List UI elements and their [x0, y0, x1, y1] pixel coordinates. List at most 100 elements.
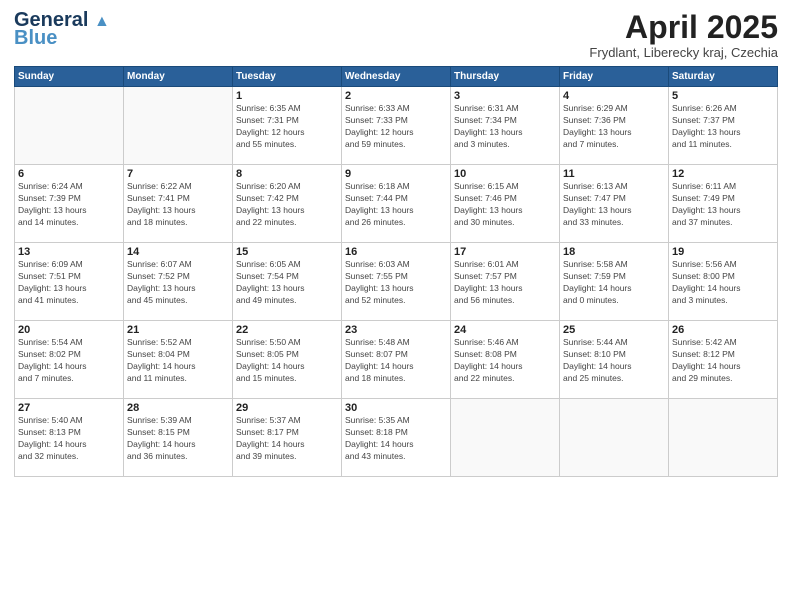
calendar-day-cell: 1Sunrise: 6:35 AM Sunset: 7:31 PM Daylig…	[233, 87, 342, 165]
calendar-day-cell: 13Sunrise: 6:09 AM Sunset: 7:51 PM Dayli…	[15, 243, 124, 321]
day-detail: Sunrise: 5:46 AM Sunset: 8:08 PM Dayligh…	[454, 337, 556, 385]
day-detail: Sunrise: 6:03 AM Sunset: 7:55 PM Dayligh…	[345, 259, 447, 307]
day-number: 10	[454, 168, 556, 180]
day-detail: Sunrise: 5:48 AM Sunset: 8:07 PM Dayligh…	[345, 337, 447, 385]
day-number: 1	[236, 90, 338, 102]
day-detail: Sunrise: 6:22 AM Sunset: 7:41 PM Dayligh…	[127, 181, 229, 229]
day-number: 27	[18, 402, 120, 414]
weekday-header: Tuesday	[233, 67, 342, 87]
location: Frydlant, Liberecky kraj, Czechia	[589, 45, 778, 60]
day-number: 21	[127, 324, 229, 336]
day-detail: Sunrise: 5:39 AM Sunset: 8:15 PM Dayligh…	[127, 415, 229, 463]
day-number: 26	[672, 324, 774, 336]
day-number: 17	[454, 246, 556, 258]
weekday-header: Saturday	[669, 67, 778, 87]
day-number: 5	[672, 90, 774, 102]
calendar-day-cell: 10Sunrise: 6:15 AM Sunset: 7:46 PM Dayli…	[451, 165, 560, 243]
day-detail: Sunrise: 6:01 AM Sunset: 7:57 PM Dayligh…	[454, 259, 556, 307]
day-number: 7	[127, 168, 229, 180]
calendar-day-cell: 5Sunrise: 6:26 AM Sunset: 7:37 PM Daylig…	[669, 87, 778, 165]
calendar-day-cell: 2Sunrise: 6:33 AM Sunset: 7:33 PM Daylig…	[342, 87, 451, 165]
calendar-day-cell: 11Sunrise: 6:13 AM Sunset: 7:47 PM Dayli…	[560, 165, 669, 243]
day-detail: Sunrise: 5:58 AM Sunset: 7:59 PM Dayligh…	[563, 259, 665, 307]
calendar-day-cell: 20Sunrise: 5:54 AM Sunset: 8:02 PM Dayli…	[15, 321, 124, 399]
day-detail: Sunrise: 5:54 AM Sunset: 8:02 PM Dayligh…	[18, 337, 120, 385]
day-number: 4	[563, 90, 665, 102]
day-number: 23	[345, 324, 447, 336]
day-detail: Sunrise: 6:11 AM Sunset: 7:49 PM Dayligh…	[672, 181, 774, 229]
calendar-day-cell: 30Sunrise: 5:35 AM Sunset: 8:18 PM Dayli…	[342, 399, 451, 477]
day-detail: Sunrise: 6:07 AM Sunset: 7:52 PM Dayligh…	[127, 259, 229, 307]
calendar-day-cell: 14Sunrise: 6:07 AM Sunset: 7:52 PM Dayli…	[124, 243, 233, 321]
day-number: 24	[454, 324, 556, 336]
calendar-day-cell: 23Sunrise: 5:48 AM Sunset: 8:07 PM Dayli…	[342, 321, 451, 399]
day-detail: Sunrise: 6:05 AM Sunset: 7:54 PM Dayligh…	[236, 259, 338, 307]
day-detail: Sunrise: 6:24 AM Sunset: 7:39 PM Dayligh…	[18, 181, 120, 229]
day-detail: Sunrise: 5:44 AM Sunset: 8:10 PM Dayligh…	[563, 337, 665, 385]
day-number: 14	[127, 246, 229, 258]
calendar-week-row: 1Sunrise: 6:35 AM Sunset: 7:31 PM Daylig…	[15, 87, 778, 165]
calendar-table: SundayMondayTuesdayWednesdayThursdayFrid…	[14, 66, 778, 477]
day-number: 15	[236, 246, 338, 258]
title-block: April 2025 Frydlant, Liberecky kraj, Cze…	[589, 10, 778, 60]
weekday-header: Thursday	[451, 67, 560, 87]
calendar-day-cell	[124, 87, 233, 165]
calendar-header-row: SundayMondayTuesdayWednesdayThursdayFrid…	[15, 67, 778, 87]
day-detail: Sunrise: 6:29 AM Sunset: 7:36 PM Dayligh…	[563, 103, 665, 151]
day-number: 3	[454, 90, 556, 102]
month-title: April 2025	[589, 10, 778, 45]
calendar-day-cell: 9Sunrise: 6:18 AM Sunset: 7:44 PM Daylig…	[342, 165, 451, 243]
day-number: 6	[18, 168, 120, 180]
calendar-day-cell: 12Sunrise: 6:11 AM Sunset: 7:49 PM Dayli…	[669, 165, 778, 243]
calendar-day-cell: 29Sunrise: 5:37 AM Sunset: 8:17 PM Dayli…	[233, 399, 342, 477]
day-number: 11	[563, 168, 665, 180]
day-number: 2	[345, 90, 447, 102]
calendar-week-row: 6Sunrise: 6:24 AM Sunset: 7:39 PM Daylig…	[15, 165, 778, 243]
logo-blue: Blue	[14, 28, 57, 48]
day-number: 19	[672, 246, 774, 258]
day-detail: Sunrise: 5:42 AM Sunset: 8:12 PM Dayligh…	[672, 337, 774, 385]
day-number: 18	[563, 246, 665, 258]
calendar-day-cell: 26Sunrise: 5:42 AM Sunset: 8:12 PM Dayli…	[669, 321, 778, 399]
calendar-day-cell: 28Sunrise: 5:39 AM Sunset: 8:15 PM Dayli…	[124, 399, 233, 477]
weekday-header: Wednesday	[342, 67, 451, 87]
calendar-day-cell: 27Sunrise: 5:40 AM Sunset: 8:13 PM Dayli…	[15, 399, 124, 477]
day-detail: Sunrise: 6:26 AM Sunset: 7:37 PM Dayligh…	[672, 103, 774, 151]
day-detail: Sunrise: 6:13 AM Sunset: 7:47 PM Dayligh…	[563, 181, 665, 229]
calendar-week-row: 20Sunrise: 5:54 AM Sunset: 8:02 PM Dayli…	[15, 321, 778, 399]
day-detail: Sunrise: 5:40 AM Sunset: 8:13 PM Dayligh…	[18, 415, 120, 463]
calendar-day-cell: 7Sunrise: 6:22 AM Sunset: 7:41 PM Daylig…	[124, 165, 233, 243]
day-number: 22	[236, 324, 338, 336]
weekday-header: Sunday	[15, 67, 124, 87]
weekday-header: Friday	[560, 67, 669, 87]
day-detail: Sunrise: 6:15 AM Sunset: 7:46 PM Dayligh…	[454, 181, 556, 229]
calendar-day-cell	[560, 399, 669, 477]
day-number: 20	[18, 324, 120, 336]
calendar-day-cell: 3Sunrise: 6:31 AM Sunset: 7:34 PM Daylig…	[451, 87, 560, 165]
day-number: 16	[345, 246, 447, 258]
day-detail: Sunrise: 5:37 AM Sunset: 8:17 PM Dayligh…	[236, 415, 338, 463]
day-detail: Sunrise: 6:33 AM Sunset: 7:33 PM Dayligh…	[345, 103, 447, 151]
logo-bird-icon: ▲	[94, 13, 110, 30]
day-number: 25	[563, 324, 665, 336]
calendar-day-cell: 4Sunrise: 6:29 AM Sunset: 7:36 PM Daylig…	[560, 87, 669, 165]
day-detail: Sunrise: 5:52 AM Sunset: 8:04 PM Dayligh…	[127, 337, 229, 385]
calendar-day-cell: 24Sunrise: 5:46 AM Sunset: 8:08 PM Dayli…	[451, 321, 560, 399]
day-number: 28	[127, 402, 229, 414]
weekday-header: Monday	[124, 67, 233, 87]
day-number: 9	[345, 168, 447, 180]
day-detail: Sunrise: 6:35 AM Sunset: 7:31 PM Dayligh…	[236, 103, 338, 151]
calendar-day-cell: 25Sunrise: 5:44 AM Sunset: 8:10 PM Dayli…	[560, 321, 669, 399]
day-detail: Sunrise: 5:56 AM Sunset: 8:00 PM Dayligh…	[672, 259, 774, 307]
day-detail: Sunrise: 6:09 AM Sunset: 7:51 PM Dayligh…	[18, 259, 120, 307]
day-detail: Sunrise: 5:35 AM Sunset: 8:18 PM Dayligh…	[345, 415, 447, 463]
page-header: General ▲ Blue April 2025 Frydlant, Libe…	[14, 10, 778, 60]
calendar-day-cell	[669, 399, 778, 477]
calendar-week-row: 27Sunrise: 5:40 AM Sunset: 8:13 PM Dayli…	[15, 399, 778, 477]
calendar-day-cell: 8Sunrise: 6:20 AM Sunset: 7:42 PM Daylig…	[233, 165, 342, 243]
calendar-day-cell: 21Sunrise: 5:52 AM Sunset: 8:04 PM Dayli…	[124, 321, 233, 399]
calendar-day-cell: 15Sunrise: 6:05 AM Sunset: 7:54 PM Dayli…	[233, 243, 342, 321]
calendar-day-cell	[451, 399, 560, 477]
day-number: 30	[345, 402, 447, 414]
logo: General ▲ Blue	[14, 10, 110, 48]
